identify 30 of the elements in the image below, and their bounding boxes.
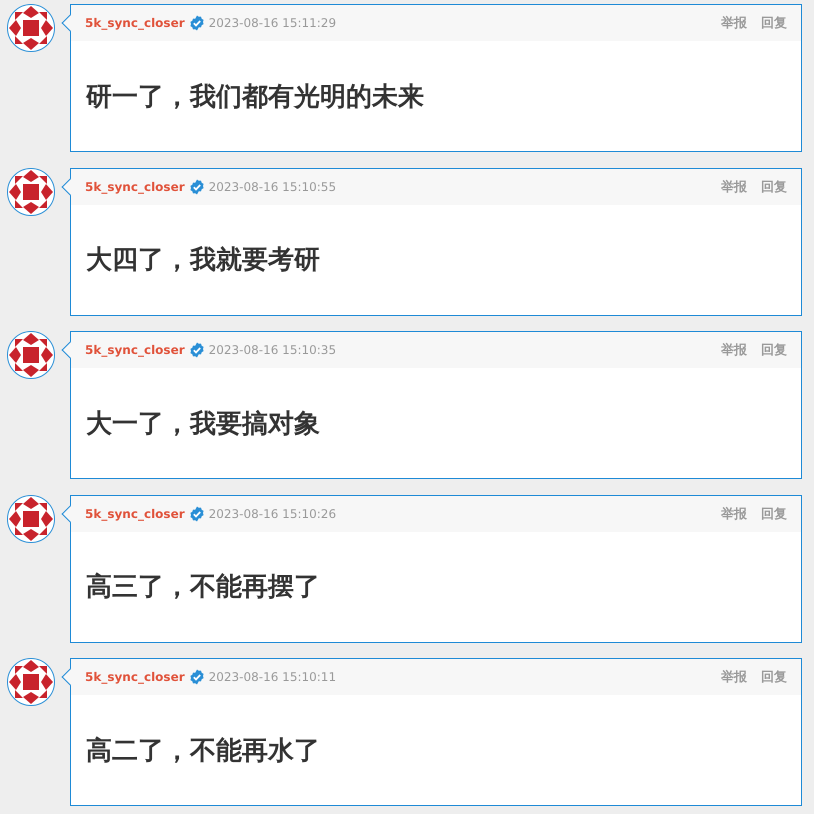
avatar-icon	[7, 4, 55, 52]
action-link[interactable]: 回复	[761, 341, 787, 359]
timestamp: 2023-08-16 15:10:26	[208, 506, 336, 520]
comment-text: 高三了，不能再摆了	[86, 571, 320, 604]
timestamp: 2023-08-16 15:10:55	[208, 180, 336, 194]
avatar-icon	[7, 331, 55, 379]
action-link[interactable]: 举报	[721, 668, 747, 686]
action-link[interactable]: 回复	[761, 504, 787, 522]
author-link[interactable]: 5k_sync_closer	[85, 343, 185, 357]
timestamp: 2023-08-16 15:11:29	[208, 16, 336, 30]
comment-text: 大四了，我就要考研	[86, 244, 320, 277]
action-link[interactable]: 举报	[721, 341, 747, 359]
avatar-icon	[7, 168, 55, 216]
timestamp: 2023-08-16 15:10:35	[208, 343, 336, 357]
comment-text: 研一了，我们都有光明的未来	[86, 80, 424, 114]
author-link[interactable]: 5k_sync_closer	[85, 670, 185, 684]
author-link[interactable]: 5k_sync_closer	[85, 16, 185, 30]
action-link[interactable]: 举报	[721, 504, 747, 522]
comment-text: 高二了，不能再水了	[86, 734, 320, 768]
timestamp: 2023-08-16 15:10:11	[208, 670, 336, 684]
action-link[interactable]: 举报	[721, 178, 747, 196]
action-link[interactable]: 回复	[761, 178, 787, 196]
avatar-icon	[7, 494, 55, 542]
comment-text: 大一了，我要搞对象	[86, 408, 320, 440]
action-link[interactable]: 回复	[761, 668, 787, 686]
author-link[interactable]: 5k_sync_closer	[85, 180, 185, 194]
avatar-icon	[7, 658, 55, 706]
action-link[interactable]: 回复	[761, 14, 787, 32]
action-link[interactable]: 举报	[721, 14, 747, 32]
author-link[interactable]: 5k_sync_closer	[85, 506, 185, 520]
